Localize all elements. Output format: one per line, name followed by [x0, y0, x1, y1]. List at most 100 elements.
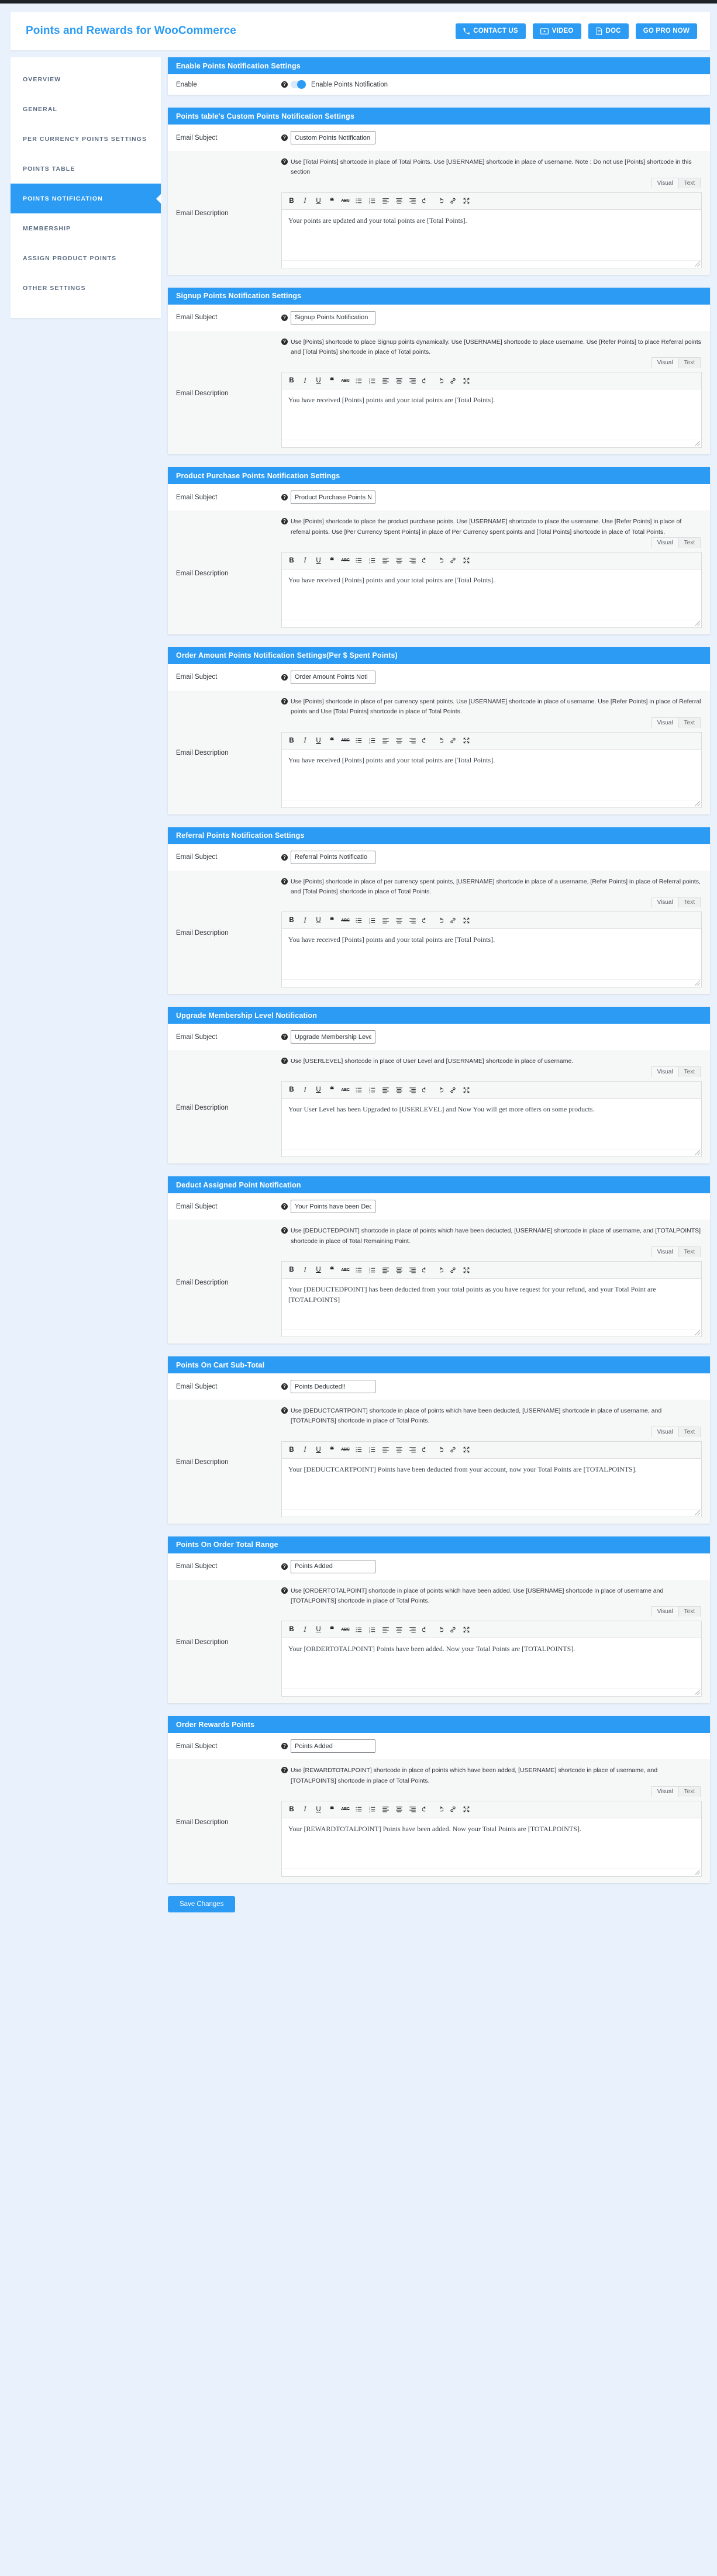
numbered-list-icon[interactable]: 123: [366, 1444, 378, 1456]
link-icon[interactable]: [447, 1084, 459, 1096]
strikethrough-icon[interactable]: ABC: [339, 1624, 351, 1636]
align-right-icon[interactable]: [406, 1264, 419, 1276]
redo-icon[interactable]: [433, 1444, 446, 1456]
bold-icon[interactable]: B: [285, 1624, 298, 1636]
tab-text[interactable]: Text: [678, 1246, 701, 1258]
email-description-editor[interactable]: You have received [Points] points and yo…: [282, 389, 701, 440]
underline-icon[interactable]: U: [312, 734, 325, 747]
align-right-icon[interactable]: [406, 914, 419, 927]
help-icon[interactable]: ?: [281, 314, 288, 321]
bold-icon[interactable]: B: [285, 1084, 298, 1096]
editor-resize-handle[interactable]: [282, 260, 701, 268]
help-icon[interactable]: ?: [281, 158, 288, 165]
tab-visual[interactable]: Visual: [651, 177, 679, 188]
align-center-icon[interactable]: [393, 375, 405, 387]
email-subject-input[interactable]: [291, 1559, 375, 1573]
link-icon[interactable]: [447, 1624, 459, 1636]
align-center-icon[interactable]: [393, 554, 405, 567]
go-pro-now-button[interactable]: GO PRO NOW: [635, 23, 697, 39]
align-center-icon[interactable]: [393, 1444, 405, 1456]
underline-icon[interactable]: U: [312, 1624, 325, 1636]
link-icon[interactable]: [447, 554, 459, 567]
link-icon[interactable]: [447, 1803, 459, 1815]
undo-icon[interactable]: [420, 554, 432, 567]
numbered-list-icon[interactable]: 123: [366, 554, 378, 567]
underline-icon[interactable]: U: [312, 914, 325, 927]
underline-icon[interactable]: U: [312, 1264, 325, 1276]
align-left-icon[interactable]: [380, 734, 392, 747]
sidebar-item-overview[interactable]: OVERVIEW: [11, 64, 161, 94]
fullscreen-icon[interactable]: [460, 375, 473, 387]
italic-icon[interactable]: I: [299, 1444, 311, 1456]
bulleted-list-icon[interactable]: [353, 1444, 365, 1456]
italic-icon[interactable]: I: [299, 195, 311, 207]
align-right-icon[interactable]: [406, 375, 419, 387]
link-icon[interactable]: [447, 1444, 459, 1456]
align-center-icon[interactable]: [393, 1803, 405, 1815]
tab-visual[interactable]: Visual: [651, 537, 679, 548]
sidebar-item-membership[interactable]: MEMBERSHIP: [11, 213, 161, 243]
email-subject-input[interactable]: [291, 850, 375, 864]
italic-icon[interactable]: I: [299, 914, 311, 927]
blockquote-icon[interactable]: ❝: [326, 914, 338, 927]
tab-text[interactable]: Text: [678, 897, 701, 908]
tab-text[interactable]: Text: [678, 1426, 701, 1437]
enable-points-notification-toggle[interactable]: [291, 80, 306, 89]
numbered-list-icon[interactable]: 123: [366, 1084, 378, 1096]
numbered-list-icon[interactable]: 123: [366, 1624, 378, 1636]
email-subject-input[interactable]: [291, 491, 375, 505]
editor-resize-handle[interactable]: [282, 440, 701, 448]
italic-icon[interactable]: I: [299, 1803, 311, 1815]
bulleted-list-icon[interactable]: [353, 554, 365, 567]
underline-icon[interactable]: U: [312, 1084, 325, 1096]
tab-visual[interactable]: Visual: [651, 897, 679, 908]
undo-icon[interactable]: [420, 375, 432, 387]
help-icon[interactable]: ?: [281, 854, 288, 861]
tab-text[interactable]: Text: [678, 1606, 701, 1617]
link-icon[interactable]: [447, 375, 459, 387]
email-subject-input[interactable]: [291, 310, 375, 324]
align-center-icon[interactable]: [393, 734, 405, 747]
email-subject-input[interactable]: [291, 1739, 375, 1753]
link-icon[interactable]: [447, 734, 459, 747]
help-icon[interactable]: ?: [281, 1563, 288, 1570]
tab-text[interactable]: Text: [678, 1786, 701, 1797]
undo-icon[interactable]: [420, 195, 432, 207]
editor-resize-handle[interactable]: [282, 1149, 701, 1157]
align-right-icon[interactable]: [406, 1444, 419, 1456]
bulleted-list-icon[interactable]: [353, 734, 365, 747]
numbered-list-icon[interactable]: 123: [366, 375, 378, 387]
align-right-icon[interactable]: [406, 195, 419, 207]
email-description-editor[interactable]: Your [REWARDTOTALPOINT] Points have been…: [282, 1818, 701, 1869]
editor-resize-handle[interactable]: [282, 979, 701, 987]
strikethrough-icon[interactable]: ABC: [339, 1264, 351, 1276]
blockquote-icon[interactable]: ❝: [326, 1084, 338, 1096]
fullscreen-icon[interactable]: [460, 734, 473, 747]
tab-visual[interactable]: Visual: [651, 1606, 679, 1617]
fullscreen-icon[interactable]: [460, 1444, 473, 1456]
bulleted-list-icon[interactable]: [353, 1803, 365, 1815]
blockquote-icon[interactable]: ❝: [326, 1803, 338, 1815]
fullscreen-icon[interactable]: [460, 195, 473, 207]
link-icon[interactable]: [447, 195, 459, 207]
undo-icon[interactable]: [420, 1264, 432, 1276]
strikethrough-icon[interactable]: ABC: [339, 554, 351, 567]
fullscreen-icon[interactable]: [460, 1264, 473, 1276]
italic-icon[interactable]: I: [299, 1624, 311, 1636]
bulleted-list-icon[interactable]: [353, 1264, 365, 1276]
help-icon[interactable]: ?: [281, 338, 288, 345]
redo-icon[interactable]: [433, 554, 446, 567]
strikethrough-icon[interactable]: ABC: [339, 914, 351, 927]
fullscreen-icon[interactable]: [460, 914, 473, 927]
bold-icon[interactable]: B: [285, 734, 298, 747]
tab-visual[interactable]: Visual: [651, 717, 679, 728]
redo-icon[interactable]: [433, 1264, 446, 1276]
video-button[interactable]: VIDEO: [532, 23, 581, 39]
strikethrough-icon[interactable]: ABC: [339, 1444, 351, 1456]
sidebar-item-assign-product-points[interactable]: ASSIGN PRODUCT POINTS: [11, 243, 161, 273]
email-subject-input[interactable]: [291, 131, 375, 144]
align-center-icon[interactable]: [393, 1264, 405, 1276]
blockquote-icon[interactable]: ❝: [326, 1624, 338, 1636]
fullscreen-icon[interactable]: [460, 1803, 473, 1815]
email-description-editor[interactable]: Your points are updated and your total p…: [282, 209, 701, 260]
